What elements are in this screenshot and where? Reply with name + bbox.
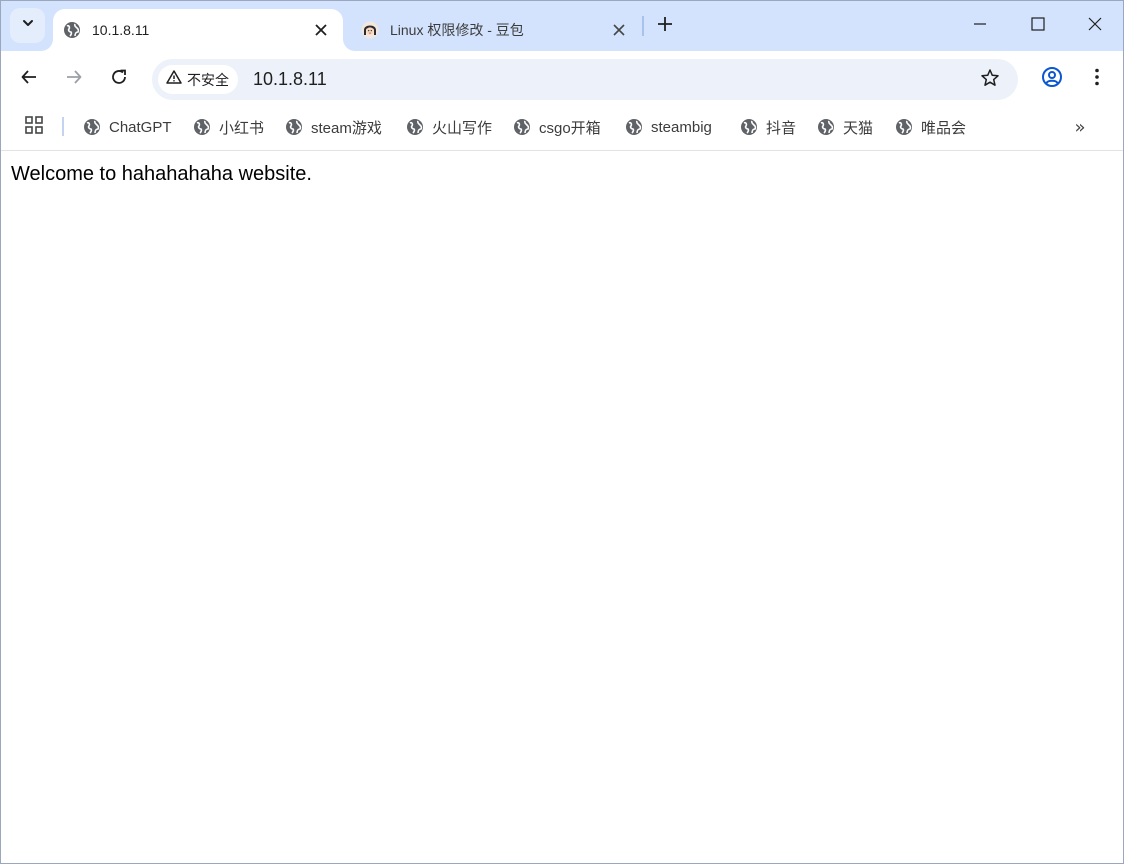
arrow-left-icon [20,68,38,91]
navigation-toolbar: 不安全 10.1.8.11 [1,51,1123,108]
tab-title: 10.1.8.11 [92,22,150,38]
bookmark-huoshan-writing[interactable]: 火山写作 [406,115,492,139]
globe-icon [513,118,531,136]
tab-inactive[interactable]: Linux 权限修改 - 豆包 [351,9,641,51]
tab-search-button[interactable] [10,8,45,43]
tab-strip: 10.1.8.11 Linux 权限修改 - 豆包 [1,1,1123,51]
bookmark-tmall[interactable]: 天猫 [817,115,873,139]
bookmark-steambig[interactable]: steambig [625,115,712,139]
plus-icon [657,16,673,37]
globe-icon [740,118,758,136]
new-tab-button[interactable] [652,13,678,39]
tab-active[interactable]: 10.1.8.11 [53,9,343,51]
security-chip[interactable]: 不安全 [158,65,238,94]
globe-icon [285,118,303,136]
bookmark-label: steambig [651,118,712,136]
bookmark-xiaohongshu[interactable]: 小红书 [193,115,264,139]
globe-icon [817,118,835,136]
apps-button[interactable] [23,115,45,140]
globe-icon [63,21,81,39]
minimize-icon [972,16,988,37]
chevron-down-icon [21,16,35,35]
bookmark-steam-games[interactable]: steam游戏 [285,115,382,139]
reload-icon [110,68,128,91]
bookmark-label: 小红书 [219,119,265,137]
url-text[interactable]: 10.1.8.11 [253,69,327,90]
warning-triangle-icon [166,69,182,90]
tab-close-icon[interactable] [311,20,331,40]
bookmark-label: csgo开箱 [539,119,601,137]
bookmark-label: steam游戏 [311,119,382,137]
close-icon [1087,16,1103,37]
bookmarks-bar: ChatGPT 小红书 steam游戏 火山写作 csgo开箱 steambig… [1,108,1123,151]
more-vertical-icon [1094,68,1100,91]
close-window-button[interactable] [1066,1,1123,51]
maximize-button[interactable] [1009,1,1067,51]
tab-close-icon[interactable] [609,20,629,40]
bookmark-label: 抖音 [766,119,797,137]
welcome-text: Welcome to hahahahaha website. [11,163,312,185]
forward-button[interactable] [58,63,90,95]
minimize-button[interactable] [951,1,1009,51]
tab-title: Linux 权限修改 - 豆包 [390,22,524,38]
globe-icon [895,118,913,136]
apps-grid-icon [24,115,44,140]
maximize-icon [1030,16,1046,37]
bookmarks-overflow-button[interactable]: » [1067,114,1093,140]
globe-icon [193,118,211,136]
bookmark-star-button[interactable] [977,67,1003,93]
page-content: Welcome to hahahahaha website. [1,152,1123,863]
browser-window: 10.1.8.11 Linux 权限修改 - 豆包 不安全 10.1.8.11 … [0,0,1124,864]
account-circle-icon [1041,66,1063,93]
globe-icon [625,118,643,136]
bookmark-label: 火山写作 [432,119,493,137]
bookmark-csgo-cases[interactable]: csgo开箱 [513,115,601,139]
bookmark-label: ChatGPT [109,118,172,136]
security-label: 不安全 [187,71,229,88]
bookmark-label: 唯品会 [921,119,967,137]
star-icon [980,68,1000,93]
profile-button[interactable] [1036,63,1068,95]
bookmark-label: 天猫 [843,119,874,137]
bookmark-chatgpt[interactable]: ChatGPT [83,115,172,139]
tab-separator [642,16,644,36]
menu-button[interactable] [1081,63,1113,95]
globe-icon [83,118,101,136]
globe-icon [406,118,424,136]
bookmark-douyin[interactable]: 抖音 [740,115,796,139]
reload-button[interactable] [103,63,135,95]
arrow-right-icon [65,68,83,91]
bookmarks-separator [62,117,64,136]
doubao-avatar-icon [361,21,379,39]
back-button[interactable] [13,63,45,95]
address-bar[interactable]: 不安全 10.1.8.11 [152,59,1018,100]
bookmark-vip[interactable]: 唯品会 [895,115,966,139]
